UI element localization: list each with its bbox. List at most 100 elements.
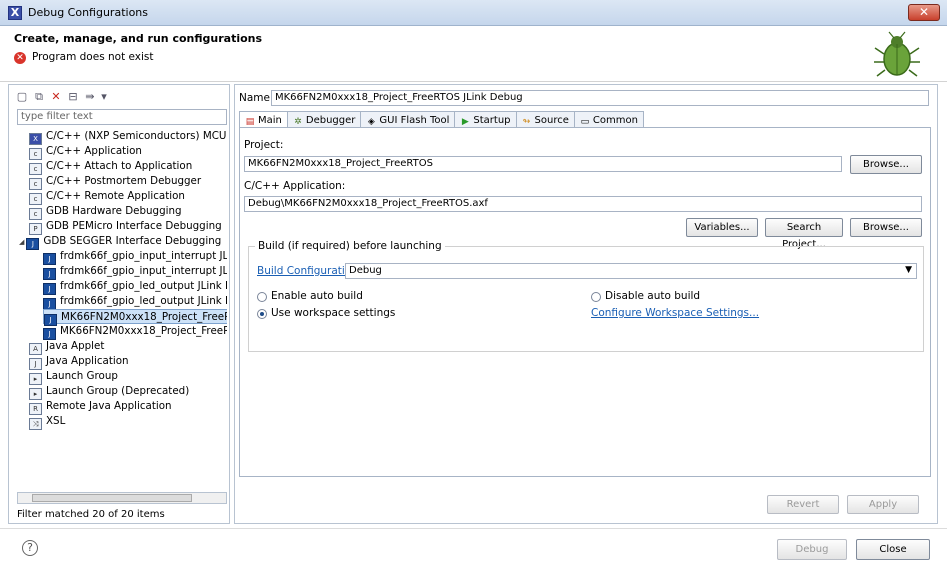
tree-item-label: Launch Group (Deprecated) xyxy=(46,385,190,397)
tree-item-label: frdmk66f_gpio_input_interrupt JLink xyxy=(60,265,227,277)
tree-item[interactable]: c C/C++ Postmortem Debugger xyxy=(29,174,202,190)
footer-divider xyxy=(0,528,947,529)
build-group-title: Build (if required) before launching xyxy=(255,240,445,252)
tree-item[interactable]: Jfrdmk66f_gpio_input_interrupt JLink xyxy=(43,249,227,265)
tree-item[interactable]: R Remote Java Application xyxy=(29,399,172,415)
tree-item-label: frdmk66f_gpio_led_output JLink Rele xyxy=(60,295,227,307)
error-icon: ✕ xyxy=(14,52,26,64)
configuration-list-panel: ▢ ⧉ ✕ ⊟ ⇛ ▾ type filter text X C/C++ (NXP… xyxy=(8,84,230,524)
main-tab-icon: ▤ xyxy=(245,117,255,127)
dialog-header: Create, manage, and run configurations ✕… xyxy=(0,26,947,82)
flash-tab-icon: ◈ xyxy=(367,117,375,127)
tree-item-label: MK66FN2M0xxx18_Project_FreeRTOS xyxy=(61,311,227,323)
tree-item-label: Launch Group xyxy=(46,370,118,382)
tree-item[interactable]: Jfrdmk66f_gpio_input_interrupt JLink xyxy=(43,264,227,280)
filter-status: Filter matched 20 of 20 items xyxy=(17,509,165,520)
startup-tab-icon: ▶ xyxy=(461,117,469,127)
tree-item-label: GDB PEMicro Interface Debugging xyxy=(46,220,222,232)
expand-arrow-icon[interactable]: ◢ xyxy=(19,238,24,246)
tree-item[interactable]: JMK66FN2M0xxx18_Project_FreeRTOS xyxy=(43,309,227,326)
tree-item-label: Remote Java Application xyxy=(46,400,172,412)
apply-button[interactable]: Apply xyxy=(847,495,919,514)
name-label: Name: xyxy=(239,92,274,104)
chevron-down-icon[interactable]: ▾ xyxy=(100,90,108,104)
main-tab-panel: Project: MK66FN2M0xxx18_Project_FreeRTOS… xyxy=(239,127,931,477)
tree-item-label: XSL xyxy=(46,415,66,427)
horizontal-scrollbar[interactable] xyxy=(17,492,227,504)
tree-item[interactable]: ▸ Launch Group xyxy=(29,369,118,385)
tree-item[interactable]: Jfrdmk66f_gpio_led_output JLink Deb xyxy=(43,279,227,295)
tree-item[interactable]: c C/C++ Remote Application xyxy=(29,189,185,205)
tree-item-label: Java Applet xyxy=(46,340,105,352)
tree-item-label: MK66FN2M0xxx18_Project_FreeRTOS xyxy=(60,325,227,337)
close-window-button[interactable]: ✕ xyxy=(908,4,940,21)
help-icon[interactable]: ? xyxy=(22,540,38,556)
use-workspace-settings-radio[interactable] xyxy=(257,309,267,319)
tree-item-label: frdmk66f_gpio_input_interrupt JLink xyxy=(60,250,227,262)
header-title: Create, manage, and run configurations xyxy=(14,32,263,45)
tree-item[interactable]: J Java Application xyxy=(29,354,129,370)
build-group: Build (if required) before launching Bui… xyxy=(248,240,924,352)
list-toolbar: ▢ ⧉ ✕ ⊟ ⇛ ▾ xyxy=(15,89,108,105)
filter-icon[interactable]: ⇛ xyxy=(83,90,97,104)
tree-item-label: GDB SEGGER Interface Debugging xyxy=(43,235,222,247)
tab-startup[interactable]: ▶ Startup xyxy=(454,111,517,128)
scrollbar-thumb[interactable] xyxy=(32,494,192,502)
debugger-tab-icon: ✲ xyxy=(294,117,302,127)
filter-input[interactable]: type filter text xyxy=(17,109,227,125)
browse-project-button[interactable]: Browse... xyxy=(850,155,922,174)
tree-item[interactable]: c GDB Hardware Debugging xyxy=(29,204,182,220)
tree-item-label: C/C++ Remote Application xyxy=(46,190,185,202)
jlink-icon: J xyxy=(26,238,40,250)
variables-button[interactable]: Variables... xyxy=(686,218,758,237)
collapse-all-icon[interactable]: ⊟ xyxy=(66,90,80,104)
build-configuration-select[interactable]: Debug ▼ xyxy=(345,263,917,279)
tree-item[interactable]: P GDB PEMicro Interface Debugging xyxy=(29,219,222,235)
window-title: Debug Configurations xyxy=(28,6,149,19)
tab-bar: ▤ Main ✲ Debugger ◈ GUI Flash Tool ▶ Startup… xyxy=(239,111,644,129)
tree-item[interactable]: c C/C++ Application xyxy=(29,144,142,160)
tab-gui-flash-tool[interactable]: ◈ GUI Flash Tool xyxy=(360,111,456,128)
tree-item-label: GDB Hardware Debugging xyxy=(46,205,182,217)
debug-button[interactable]: Debug xyxy=(777,539,847,560)
duplicate-icon[interactable]: ⧉ xyxy=(32,90,46,104)
tab-common[interactable]: ▭ Common xyxy=(573,111,644,128)
new-configuration-icon[interactable]: ▢ xyxy=(15,90,29,104)
tree-item-label: C/C++ Attach to Application xyxy=(46,160,193,172)
search-project-button[interactable]: Search Project... xyxy=(765,218,843,250)
use-workspace-settings-label: Use workspace settings xyxy=(271,307,396,319)
tree-item[interactable]: ⤨ XSL xyxy=(29,414,66,430)
tree-item[interactable]: JMK66FN2M0xxx18_Project_FreeRTOS xyxy=(43,324,227,340)
enable-auto-build-label: Enable auto build xyxy=(271,290,363,302)
revert-button[interactable]: Revert xyxy=(767,495,839,514)
tab-source[interactable]: ↬ Source xyxy=(515,111,575,128)
project-field[interactable]: MK66FN2M0xxx18_Project_FreeRTOS xyxy=(244,156,842,172)
delete-icon[interactable]: ✕ xyxy=(49,90,63,104)
chevron-down-icon: ▼ xyxy=(905,265,912,275)
tree-item[interactable]: A Java Applet xyxy=(29,339,105,355)
configuration-editor: Name: MK66FN2M0xxx18_Project_FreeRTOS JL… xyxy=(234,84,938,524)
disable-auto-build-label: Disable auto build xyxy=(605,290,701,302)
tree-item-label: C/C++ Postmortem Debugger xyxy=(46,175,202,187)
close-button[interactable]: Close xyxy=(856,539,930,560)
enable-auto-build-radio[interactable] xyxy=(257,292,267,302)
tree-item[interactable]: ▸ Launch Group (Deprecated) xyxy=(29,384,190,400)
app-icon: X xyxy=(8,6,22,20)
name-field[interactable]: MK66FN2M0xxx18_Project_FreeRTOS JLink De… xyxy=(271,90,929,106)
tree-item[interactable]: Jfrdmk66f_gpio_led_output JLink Rele xyxy=(43,294,227,310)
configuration-tree: X C/C++ (NXP Semiconductors) MCU Ap c C/C++… xyxy=(17,129,227,489)
configure-workspace-link[interactable]: Configure Workspace Settings... xyxy=(591,307,759,319)
title-bar: X Debug Configurations ✕ xyxy=(0,0,947,26)
tree-item[interactable]: X C/C++ (NXP Semiconductors) MCU Ap xyxy=(29,129,227,145)
common-tab-icon: ▭ xyxy=(580,117,590,127)
xsl-icon: ⤨ xyxy=(29,418,42,430)
tree-item-label: C/C++ (NXP Semiconductors) MCU Ap xyxy=(46,130,227,142)
browse-application-button[interactable]: Browse... xyxy=(850,218,922,237)
project-label: Project: xyxy=(244,139,284,151)
tree-item[interactable]: c C/C++ Attach to Application xyxy=(29,159,193,175)
error-message: Program does not exist xyxy=(32,51,154,63)
disable-auto-build-radio[interactable] xyxy=(591,292,601,302)
tree-item[interactable]: ◢ J GDB SEGGER Interface Debugging xyxy=(19,234,222,250)
application-field[interactable]: Debug\MK66FN2M0xxx18_Project_FreeRTOS.ax… xyxy=(244,196,922,212)
tab-debugger[interactable]: ✲ Debugger xyxy=(286,111,362,128)
